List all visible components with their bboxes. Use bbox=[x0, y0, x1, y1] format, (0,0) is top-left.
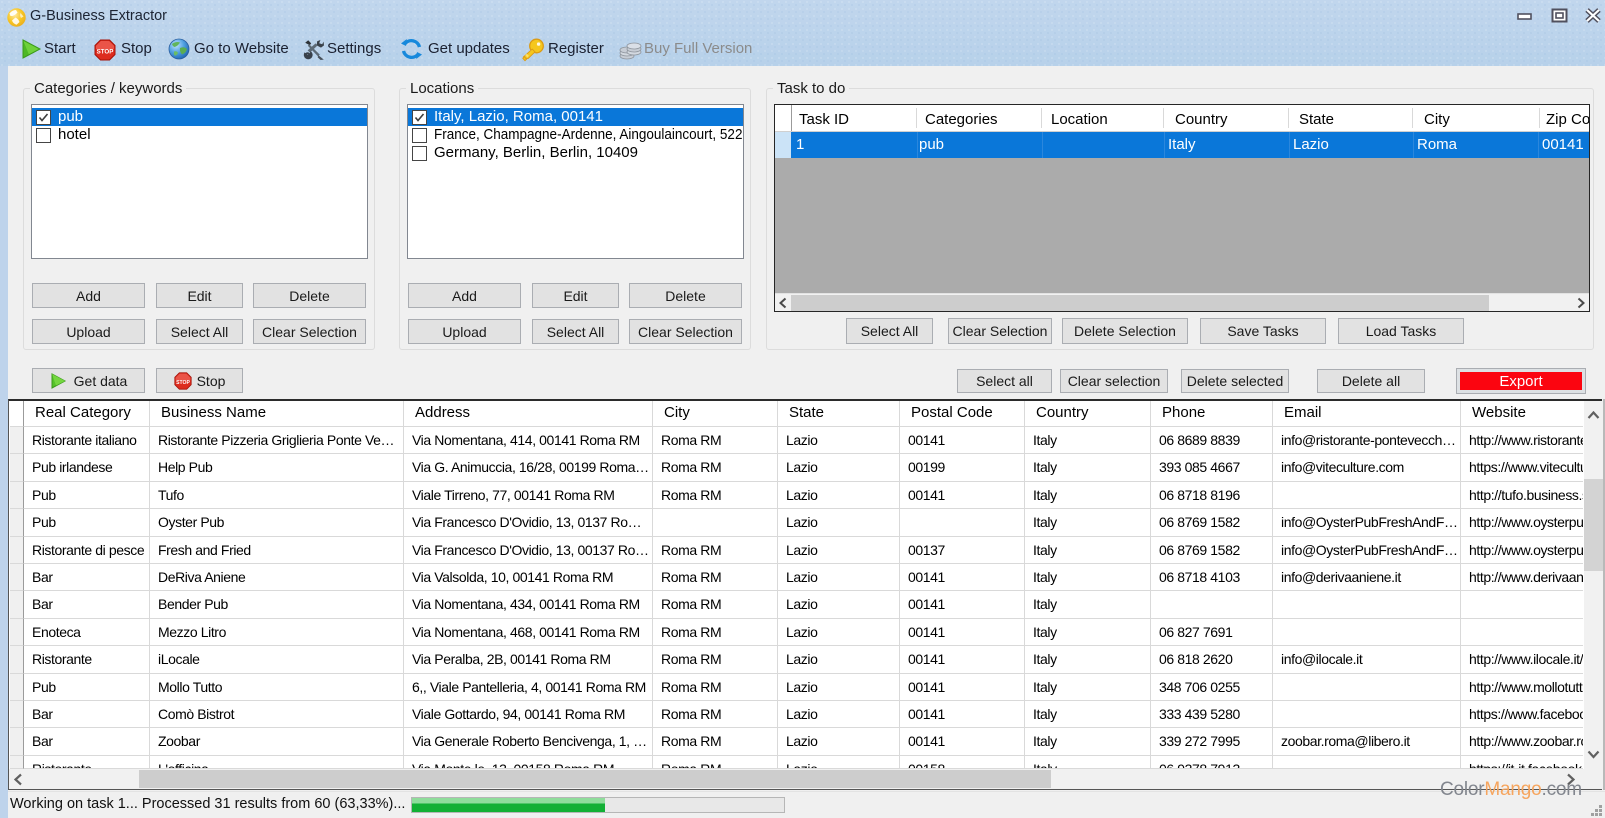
svg-text:STOP: STOP bbox=[176, 379, 190, 385]
svg-text:STOP: STOP bbox=[97, 49, 114, 56]
